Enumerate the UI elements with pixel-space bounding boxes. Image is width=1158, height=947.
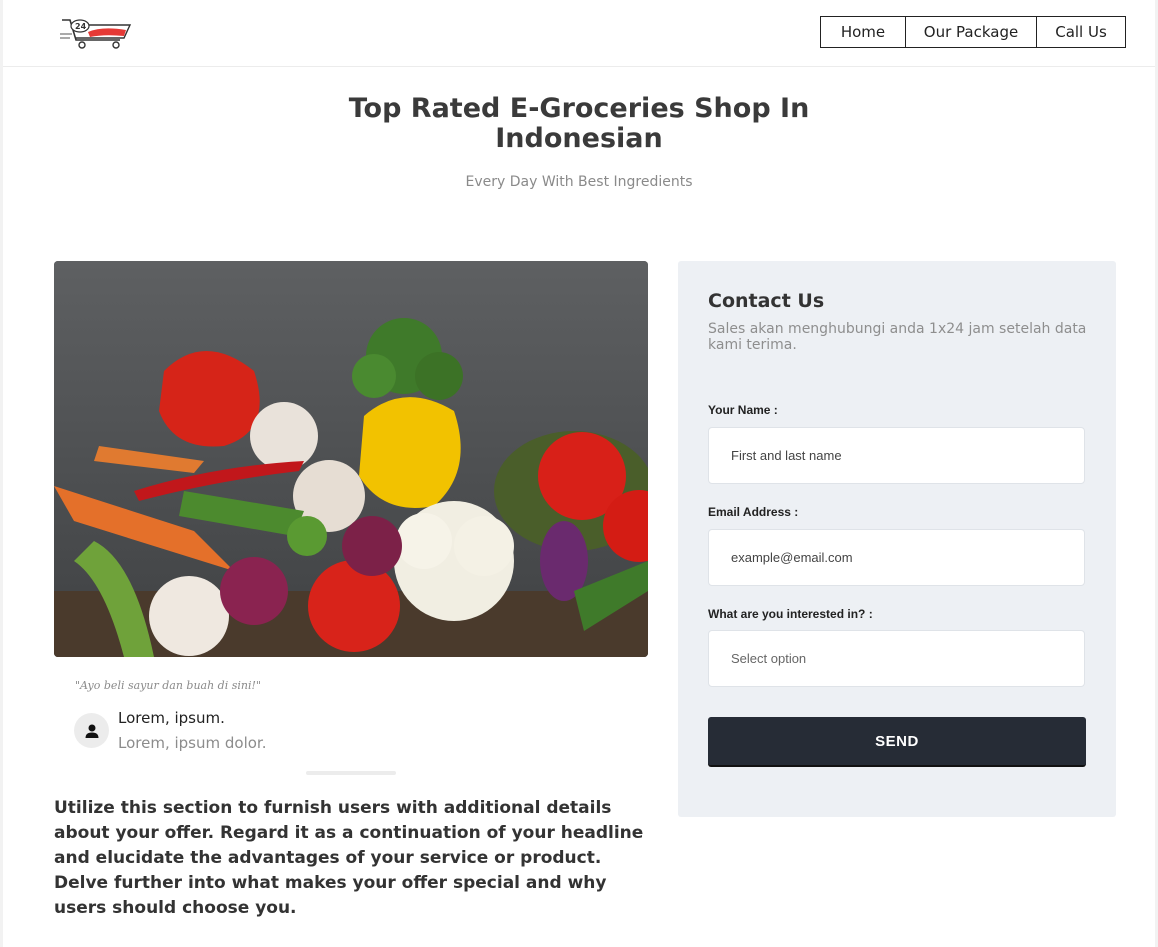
- nav-home-button[interactable]: Home: [820, 16, 906, 48]
- email-input[interactable]: example@email.com: [708, 529, 1085, 586]
- hero-subtitle: Every Day With Best Ingredients: [465, 174, 693, 190]
- user-icon: [74, 713, 109, 748]
- contact-subtitle: Sales akan menghubungi anda 1x24 jam set…: [708, 321, 1087, 353]
- nav-call-us-button[interactable]: Call Us: [1036, 16, 1126, 48]
- shopping-cart-logo-icon[interactable]: 24: [60, 14, 136, 52]
- testimonial-author-name: Lorem, ipsum.: [118, 709, 225, 727]
- carousel-indicator[interactable]: [306, 771, 396, 775]
- testimonial-author-role: Lorem, ipsum dolor.: [118, 734, 267, 752]
- interest-select[interactable]: Select option: [708, 630, 1085, 687]
- vegetables-photo: [54, 261, 648, 657]
- name-label: Your Name :: [708, 403, 778, 417]
- email-label: Email Address :: [708, 505, 799, 519]
- offer-description: Utilize this section to furnish users wi…: [54, 798, 644, 918]
- name-input[interactable]: First and last name: [708, 427, 1085, 484]
- interest-label: What are you interested in? :: [708, 607, 873, 621]
- top-header: 24 Home Our Package Call Us: [3, 0, 1155, 67]
- contact-title: Contact Us: [708, 290, 825, 312]
- main-nav: Home Our Package Call Us: [820, 16, 1126, 48]
- nav-our-package-button[interactable]: Our Package: [905, 16, 1037, 48]
- send-button[interactable]: SEND: [708, 717, 1086, 767]
- hero-title: Top Rated E-Groceries Shop In Indonesian: [348, 93, 810, 154]
- svg-text:24: 24: [75, 22, 87, 31]
- testimonial-quote: "Ayo beli sayur dan buah di sini!": [75, 679, 261, 692]
- contact-form-panel: Contact Us Sales akan menghubungi anda 1…: [678, 261, 1116, 817]
- page-left-border: [0, 0, 3, 947]
